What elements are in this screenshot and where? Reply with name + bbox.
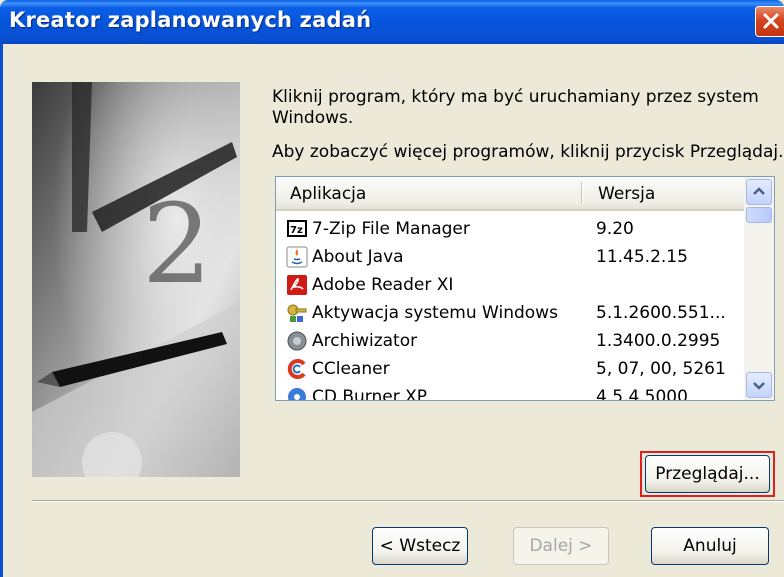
next-button[interactable]: Dalej > <box>513 527 609 565</box>
list-item[interactable]: Adobe Reader XI <box>276 271 744 299</box>
title-bar[interactable]: Kreator zaplanowanych zadań <box>0 0 784 44</box>
list-item[interactable]: 7z 7-Zip File Manager 9.20 <box>276 215 744 243</box>
scroll-up-button[interactable] <box>746 179 772 205</box>
browse-button[interactable]: Przeglądaj... <box>645 455 770 493</box>
back-button[interactable]: < Wstecz <box>372 527 468 565</box>
list-header: Aplikacja Wersja <box>276 177 744 211</box>
application-list[interactable]: Aplikacja Wersja 7z 7-Zip File Manager 9… <box>275 176 775 401</box>
close-button[interactable] <box>755 6 784 37</box>
cdburner-icon <box>288 388 306 400</box>
window-border <box>0 44 3 577</box>
instruction-text-1: Kliknij program, który ma być uruchamian… <box>272 87 759 107</box>
separator <box>32 500 784 502</box>
scroll-down-button[interactable] <box>746 372 772 398</box>
vertical-scrollbar[interactable] <box>744 177 774 400</box>
list-item[interactable]: Archiwizator 1.3400.0.2995 <box>276 327 744 355</box>
instruction-text-2: Windows. <box>272 108 354 128</box>
java-icon <box>286 246 308 268</box>
close-icon <box>763 13 779 29</box>
column-header-application[interactable]: Aplikacja <box>290 184 366 204</box>
scroll-thumb[interactable] <box>746 207 772 223</box>
list-item[interactable]: CD Burner XP 4.5.4.5000 <box>276 383 744 400</box>
column-divider[interactable] <box>581 182 583 204</box>
cancel-button[interactable]: Anuluj <box>651 527 769 565</box>
scheduled-task-wizard-window: Kreator zaplanowanych zadań 2 Kliknij pr… <box>0 0 784 577</box>
instruction-text-3: Aby zobaczyć więcej programów, kliknij p… <box>272 142 784 162</box>
list-item[interactable]: About Java 11.45.2.15 <box>276 243 744 271</box>
chevron-up-icon <box>753 187 765 195</box>
archiver-icon <box>287 331 307 351</box>
wizard-clock-image: 2 <box>32 82 240 477</box>
chevron-down-icon <box>753 382 765 390</box>
list-item[interactable]: Aktywacja systemu Windows 5.1.2600.551..… <box>276 299 744 327</box>
7zip-icon: 7z <box>287 220 307 237</box>
list-item[interactable]: CCleaner 5, 07, 00, 5261 <box>276 355 744 383</box>
windows-activation-icon <box>287 304 307 322</box>
svg-text:7z: 7z <box>290 225 303 236</box>
svg-text:2: 2 <box>142 180 212 308</box>
column-header-version[interactable]: Wersja <box>598 184 655 204</box>
window-title: Kreator zaplanowanych zadań <box>9 8 372 32</box>
adobe-reader-icon <box>287 275 307 295</box>
ccleaner-icon <box>287 359 306 379</box>
